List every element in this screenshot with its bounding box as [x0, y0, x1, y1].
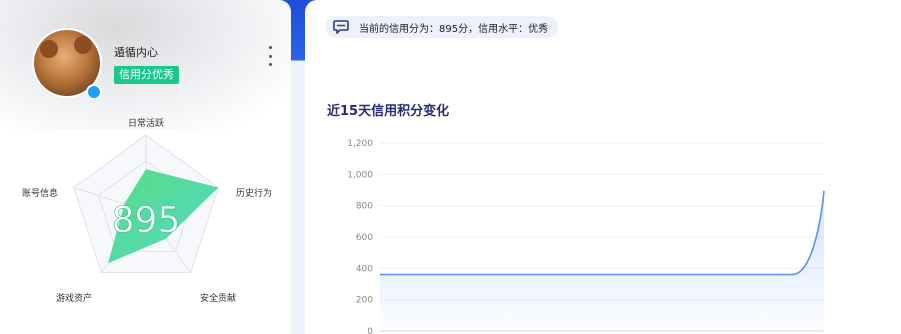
y-tick-label: 1,000	[347, 170, 373, 180]
qq-badge-icon	[86, 84, 102, 100]
chat-bubble-icon	[333, 20, 349, 34]
radar-axis-label-history: 历史行为	[236, 187, 272, 199]
more-options-icon[interactable]	[264, 46, 276, 66]
y-tick-label: 1,200	[347, 139, 373, 149]
radar-axis-label-security: 安全贡献	[200, 292, 236, 304]
y-axis-ticks: 0 200 400 600 800 1,000 1,200	[347, 139, 373, 334]
credit-trend-card: 当前的信用分为：895分，信用水平：优秀 近15天信用积分变化 0 200 400 6…	[305, 0, 901, 334]
credit-area	[380, 190, 824, 331]
y-tick-label: 800	[356, 202, 373, 212]
credit-line	[380, 190, 825, 276]
chart-title: 近15天信用积分变化	[327, 104, 450, 119]
radar-axis-label-assets: 游戏资产	[56, 292, 92, 304]
y-tick-label: 200	[356, 296, 373, 306]
credit-summary-pill: 当前的信用分为：895分，信用水平：优秀	[325, 16, 559, 38]
credit-level-badge: 信用分优秀	[114, 66, 179, 84]
credit-score-value: 895	[112, 200, 181, 241]
credit-line-chart: 0 200 400 600 800 1,000 1,200	[347, 139, 825, 334]
credit-radar-chart: 895 日常活跃 历史行为 安全贡献 游戏资产 账号信息	[22, 117, 272, 304]
radar-axis-label-daily: 日常活跃	[128, 117, 164, 129]
username: 遁循内心	[114, 46, 158, 59]
radar-axis-label-account: 账号信息	[22, 187, 58, 199]
y-tick-label: 400	[356, 264, 373, 274]
credit-summary-text: 当前的信用分为：895分，信用水平：优秀	[359, 23, 549, 35]
y-tick-label: 0	[367, 327, 373, 334]
profile-card: 遁循内心 信用分优秀 895 日常活跃 历史行为 安全贡献 游戏资产 账号信息	[0, 0, 291, 334]
y-tick-label: 600	[356, 233, 373, 243]
